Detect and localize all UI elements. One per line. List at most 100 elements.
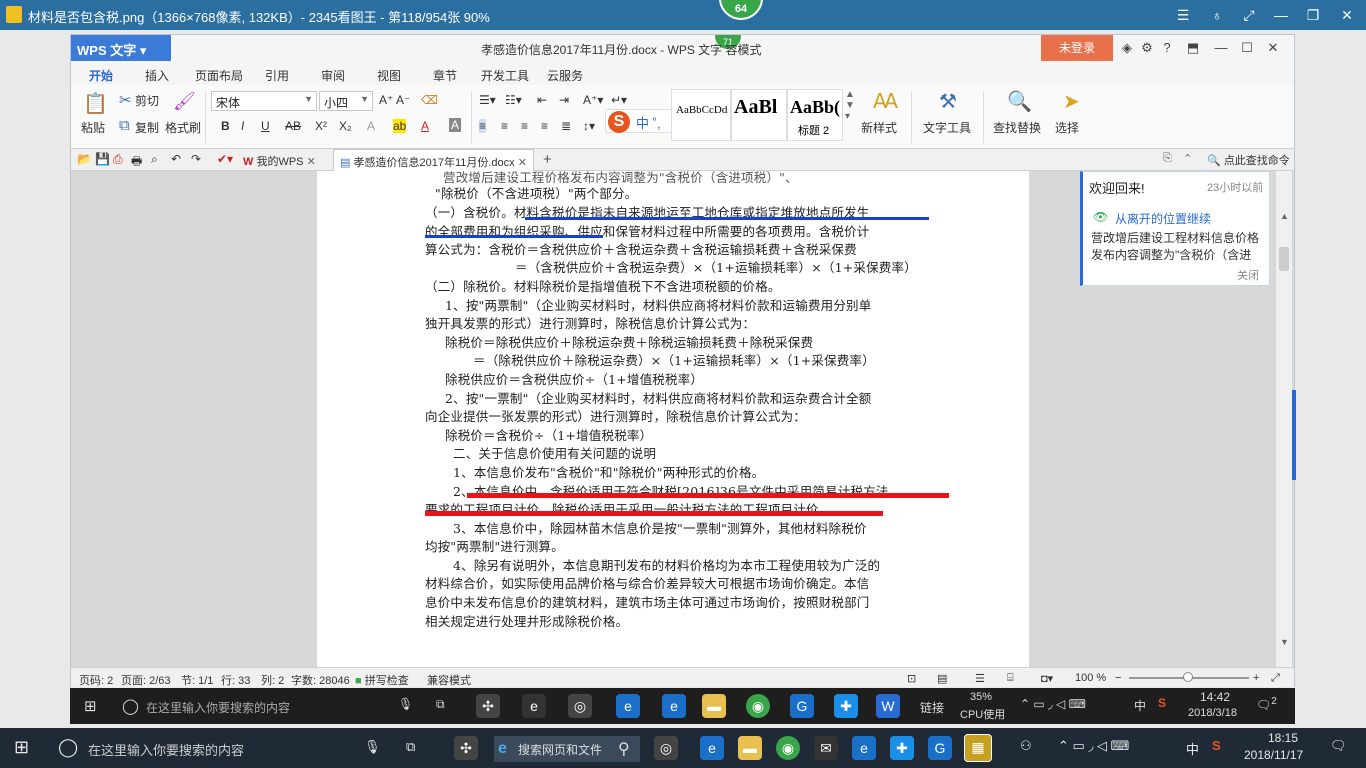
indent-decrease-icon[interactable]: ⇤ <box>537 93 547 107</box>
paste-button[interactable]: 粘贴 <box>81 119 105 136</box>
tab-document[interactable]: ▤ 孝感造价信息2017年11月份.docx ✕ <box>333 149 534 171</box>
tab-my-wps[interactable]: W 我的WPS ✕ <box>237 149 322 171</box>
style-heading2[interactable]: AaBb(标题 2 <box>787 89 843 141</box>
tab-references[interactable]: 引用 <box>265 67 289 84</box>
scroll-up-icon[interactable]: ▲ <box>1280 211 1289 221</box>
skin-icon[interactable]: ♁ <box>1206 4 1228 26</box>
style-normal[interactable]: AaBbCcDd <box>671 89 731 141</box>
spell-check-toggle[interactable]: ■ 拼写检查 <box>355 672 409 688</box>
mail-icon[interactable]: ✉ <box>814 736 838 760</box>
show-marks-icon[interactable]: ↵▾ <box>611 93 627 107</box>
ime-chinese-mode-icon[interactable]: 中 ˚, <box>636 113 661 132</box>
tray-icons[interactable]: ⌃ ▭ ◞ ◁ ⌨ <box>1020 697 1086 711</box>
chrome-like-icon[interactable]: G <box>790 694 814 718</box>
scroll-down-icon[interactable]: ▼ <box>1280 637 1289 647</box>
zoom-in-icon[interactable]: + <box>1253 672 1259 684</box>
align-right-icon[interactable]: ≡ <box>521 119 528 133</box>
new-tab-icon[interactable]: + <box>543 151 552 168</box>
maximize-icon[interactable]: ❐ <box>1302 4 1324 26</box>
maximize-icon[interactable]: ☐ <box>1237 38 1257 58</box>
align-left-icon[interactable]: ≡ <box>479 119 487 133</box>
redo-icon[interactable]: ↷ <box>191 152 201 166</box>
text-effect-icon[interactable]: A <box>367 119 375 133</box>
strikethrough-icon[interactable]: AB <box>285 119 301 133</box>
brush-icon[interactable]: 🖌 <box>173 91 196 112</box>
edge-icon[interactable]: e <box>522 694 546 718</box>
minimize-icon[interactable]: — <box>1270 4 1292 26</box>
ie-icon[interactable]: e <box>700 736 724 760</box>
open-folder-icon[interactable]: 📂 <box>77 152 92 166</box>
notification-icon[interactable]: 🗨 <box>1330 738 1347 754</box>
sogou-logo-icon[interactable]: S <box>608 111 630 133</box>
zoom-value[interactable]: 100 % <box>1075 672 1106 684</box>
fan-app-icon[interactable]: ✣ <box>476 694 500 718</box>
tab-insert[interactable]: 插入 <box>145 67 169 84</box>
cut-button[interactable]: 剪切 <box>135 92 159 109</box>
highlight-icon[interactable]: ab <box>393 119 407 133</box>
command-search[interactable]: 🔍 点此查找命令 <box>1207 152 1290 168</box>
undo-icon[interactable]: ↶ <box>171 152 181 166</box>
help-icon[interactable]: ? <box>1157 38 1177 58</box>
360-browser-icon[interactable]: ◎ <box>568 694 592 718</box>
login-button[interactable]: 未登录 <box>1041 35 1113 61</box>
clear-format-icon[interactable]: ⌫ <box>421 93 438 107</box>
font-color-icon[interactable]: A <box>421 119 429 133</box>
bullet-list-icon[interactable]: ☰▾ <box>479 93 496 107</box>
eye-protect-icon[interactable]: ◘▾ <box>1041 672 1053 685</box>
export-pdf-icon[interactable]: ⎙ <box>113 152 123 167</box>
find-replace-icon[interactable]: 🔍 <box>1007 89 1032 114</box>
inner-search-box[interactable]: 在这里输入你要搜索的内容 <box>146 699 290 716</box>
taskbar-search-box[interactable]: 在这里输入你要搜索的内容 <box>88 740 244 759</box>
ime-indicator[interactable]: 中 <box>1134 697 1146 714</box>
print-icon[interactable]: 🖶 <box>131 152 142 173</box>
tab-developer[interactable]: 开发工具 <box>481 67 529 84</box>
close-icon[interactable]: ✕ <box>1336 4 1358 26</box>
ie-icon[interactable]: e <box>662 694 686 718</box>
link-label[interactable]: 链接 <box>920 699 944 716</box>
wps-logo-menu[interactable]: WPS 文字 ▾ <box>71 35 171 61</box>
360-browser-icon[interactable]: ◎ <box>654 736 678 760</box>
bold-icon[interactable]: B <box>221 119 230 133</box>
font-size-select[interactable]: 小四 ▼ <box>319 91 373 111</box>
ie-icon[interactable]: e <box>852 736 876 760</box>
line-spacing-icon[interactable]: ↕▾ <box>583 119 595 133</box>
copy-icon[interactable]: ⧉ <box>119 117 130 134</box>
tab-cloud[interactable]: 云服务 <box>547 67 583 84</box>
document-page[interactable]: 营改增后建设工程价格发布内容调整为"含税价（含进项税）"、 "除税价（不含进项税… <box>317 171 1029 667</box>
image-viewer-taskbar-icon[interactable]: ▦ <box>964 734 992 762</box>
superscript-icon[interactable]: X² <box>315 119 327 133</box>
fan-app-icon[interactable]: ✣ <box>454 736 478 760</box>
underline-icon[interactable]: U <box>261 119 270 133</box>
new-style-button[interactable]: 新样式 <box>861 119 897 136</box>
panel-close-link[interactable]: 关闭 <box>1237 267 1259 283</box>
tab-review[interactable]: 审阅 <box>321 67 345 84</box>
skin-icon[interactable]: ◈ <box>1117 38 1137 58</box>
resume-reading-panel[interactable]: 欢迎回来! 23小时以前 👁 从离开的位置继续 营改增后建设工程材料信息价格发布… <box>1080 171 1270 286</box>
restore-panel-icon[interactable]: ⬒ <box>1183 38 1203 58</box>
tab-page-layout[interactable]: 页面布局 <box>195 67 243 84</box>
subscript-icon[interactable]: X₂ <box>339 119 352 133</box>
wps-taskbar-icon[interactable]: W <box>876 694 900 718</box>
preview-icon[interactable]: ⌕ <box>151 152 158 167</box>
side-expand-handle[interactable] <box>1292 390 1296 480</box>
app-cross-icon[interactable]: ✚ <box>890 736 914 760</box>
collapse-icon[interactable]: ⌃ <box>1183 152 1192 165</box>
microphone-icon[interactable]: 🎙 <box>398 697 413 711</box>
sogou-tray-icon[interactable]: S <box>1158 696 1166 710</box>
folder-icon[interactable]: ▬ <box>738 736 762 760</box>
microphone-icon[interactable]: 🎙 <box>364 739 381 755</box>
task-view-icon[interactable]: ⧉ <box>436 697 445 712</box>
chrome-like-icon[interactable]: G <box>928 736 952 760</box>
paste-icon[interactable]: 📋 <box>83 91 108 116</box>
360-security-icon[interactable]: ◉ <box>746 694 770 718</box>
settings-icon[interactable]: ⚙ <box>1137 38 1157 58</box>
align-center-icon[interactable]: ≡ <box>501 119 508 133</box>
zoom-out-icon[interactable]: − <box>1115 672 1121 684</box>
italic-icon[interactable]: I <box>241 119 244 133</box>
scissors-icon[interactable]: ✂ <box>119 91 132 109</box>
text-tools-icon[interactable]: ⚒ <box>939 89 957 114</box>
justify-icon[interactable]: ≡ <box>541 119 548 133</box>
cursor-select-icon[interactable]: ➤ <box>1063 89 1080 114</box>
ie-icon[interactable]: e <box>616 694 640 718</box>
web-view-icon[interactable]: ⌸ <box>1007 672 1014 685</box>
